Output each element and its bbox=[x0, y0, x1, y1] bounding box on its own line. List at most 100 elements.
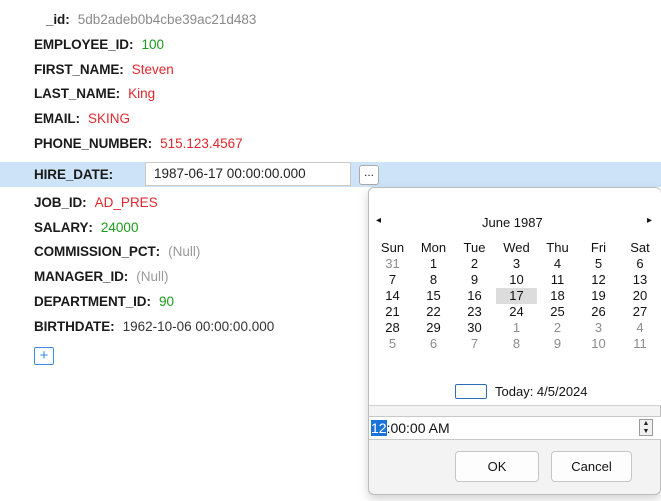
calendar-day[interactable]: 23 bbox=[454, 304, 495, 320]
field-value[interactable]: 515.123.4567 bbox=[160, 136, 243, 151]
field-key: HIRE_DATE bbox=[34, 167, 109, 182]
calendar-day[interactable]: 6 bbox=[620, 256, 660, 272]
field-key: MANAGER_ID bbox=[34, 268, 124, 284]
calendar-week: 28 29 30 1 2 3 4 bbox=[369, 320, 661, 336]
field-row[interactable]: _id:5db2adeb0b4cbe39ac21d483 bbox=[0, 7, 661, 31]
next-month-icon[interactable]: ▸ bbox=[647, 215, 652, 226]
calendar-week: 14 15 16 17 18 19 20 bbox=[369, 288, 661, 304]
calendar-day[interactable]: 3 bbox=[496, 256, 537, 272]
date-picker-popup: ◂ June 1987 ▸ Sun Mon Tue Wed Thu Fri Sat 31 1 2 3… bbox=[368, 187, 661, 495]
calendar-day[interactable]: 29 bbox=[413, 320, 454, 336]
calendar-day[interactable]: 30 bbox=[454, 320, 495, 336]
calendar-day[interactable]: 13 bbox=[620, 272, 660, 288]
calendar-day[interactable]: 4 bbox=[620, 320, 660, 336]
field-colon: : bbox=[128, 36, 134, 52]
field-row[interactable]: LAST_NAME: King bbox=[0, 81, 661, 105]
field-colon: : bbox=[146, 293, 151, 309]
calendar-day[interactable]: 5 bbox=[578, 256, 619, 272]
calendar-day[interactable]: 12 bbox=[578, 272, 619, 288]
cancel-button[interactable]: Cancel bbox=[551, 451, 632, 482]
calendar-day[interactable]: 10 bbox=[496, 272, 537, 288]
calendar-day[interactable]: 8 bbox=[413, 272, 454, 288]
field-key: COMMISSION_PCT bbox=[34, 243, 156, 259]
hire-date-input[interactable]: 1987-06-17 00:00:00.000 bbox=[145, 162, 351, 186]
weekday-label: Tue bbox=[463, 240, 486, 255]
field-value[interactable]: 1962-10-06 00:00:00.000 bbox=[123, 319, 275, 334]
field-value[interactable]: 100 bbox=[141, 37, 164, 52]
calendar-day[interactable]: 27 bbox=[620, 304, 660, 320]
calendar-day[interactable]: 11 bbox=[537, 272, 578, 288]
field-key: PHONE_NUMBER bbox=[34, 135, 148, 151]
weekday-label: Mon bbox=[420, 240, 447, 255]
calendar-day[interactable]: 1 bbox=[413, 256, 454, 272]
calendar-day[interactable]: 9 bbox=[537, 336, 578, 352]
prev-month-icon[interactable]: ◂ bbox=[376, 215, 381, 226]
field-value[interactable]: (Null) bbox=[136, 269, 168, 284]
month-title[interactable]: June 1987 bbox=[482, 215, 543, 230]
calendar-day[interactable]: 16 bbox=[454, 288, 495, 304]
calendar-day[interactable]: 21 bbox=[372, 304, 413, 320]
time-hour-selected[interactable]: 12 bbox=[371, 420, 387, 436]
calendar-day[interactable]: 14 bbox=[372, 288, 413, 304]
calendar-day[interactable]: 9 bbox=[454, 272, 495, 288]
calendar-day[interactable]: 18 bbox=[537, 288, 578, 304]
calendar-day[interactable]: 2 bbox=[454, 256, 495, 272]
time-spinner[interactable]: ▲ ▼ bbox=[639, 419, 653, 436]
calendar-day[interactable]: 11 bbox=[620, 336, 660, 352]
calendar-week: 5 6 7 8 9 10 11 bbox=[369, 336, 661, 352]
calendar-day[interactable]: 5 bbox=[372, 336, 413, 352]
ok-button[interactable]: OK bbox=[455, 451, 539, 482]
date-picker-button[interactable]: ... bbox=[359, 165, 379, 185]
field-colon: : bbox=[82, 194, 87, 210]
time-input[interactable]: 12:00:00 AM ▲ ▼ bbox=[369, 416, 661, 440]
field-colon: : bbox=[88, 219, 93, 235]
field-row[interactable]: PHONE_NUMBER:515.123.4567 bbox=[0, 131, 661, 155]
calendar-day[interactable]: 3 bbox=[578, 320, 619, 336]
field-colon: : bbox=[115, 85, 121, 101]
field-value[interactable]: 24000 bbox=[101, 220, 139, 235]
calendar-day[interactable]: 15 bbox=[413, 288, 454, 304]
today-marker bbox=[455, 384, 487, 399]
field-value[interactable]: (Null) bbox=[168, 244, 200, 259]
field-value[interactable]: 5db2adeb0b4cbe39ac21d483 bbox=[78, 12, 257, 27]
calendar-day[interactable]: 20 bbox=[620, 288, 660, 304]
field-value[interactable]: King bbox=[128, 86, 155, 101]
calendar-day[interactable]: 28 bbox=[372, 320, 413, 336]
field-key: BIRTHDATE bbox=[34, 318, 111, 334]
time-value[interactable]: 12:00:00 AM bbox=[371, 420, 450, 436]
field-row[interactable]: EMAIL: SKING bbox=[0, 106, 661, 130]
calendar-day[interactable]: 2 bbox=[537, 320, 578, 336]
calendar-day[interactable]: 10 bbox=[578, 336, 619, 352]
field-colon: : bbox=[110, 318, 115, 334]
field-value[interactable]: AD_PRES bbox=[95, 195, 158, 210]
calendar-week: 7 8 9 10 11 12 13 bbox=[369, 272, 661, 288]
field-key: _id bbox=[46, 11, 66, 27]
spin-up-icon[interactable]: ▲ bbox=[640, 420, 652, 428]
calendar-day[interactable]: 19 bbox=[578, 288, 619, 304]
calendar-day[interactable]: 8 bbox=[496, 336, 537, 352]
field-value[interactable]: SKING bbox=[88, 111, 130, 126]
calendar-day[interactable]: 1 bbox=[496, 320, 537, 336]
calendar-day[interactable]: 6 bbox=[413, 336, 454, 352]
field-row[interactable]: FIRST_NAME: Steven bbox=[0, 57, 661, 81]
calendar-day[interactable]: 7 bbox=[454, 336, 495, 352]
calendar-day[interactable]: 25 bbox=[537, 304, 578, 320]
today-bar[interactable]: Today: 4/5/2024 bbox=[369, 383, 661, 403]
calendar-day[interactable]: 24 bbox=[496, 304, 537, 320]
add-field-button[interactable]: + bbox=[34, 347, 54, 365]
weekday-header: Sun Mon Tue Wed Thu Fri Sat bbox=[369, 240, 661, 256]
today-label[interactable]: Today: 4/5/2024 bbox=[495, 384, 588, 399]
field-colon: : bbox=[75, 110, 81, 126]
calendar-day[interactable]: 22 bbox=[413, 304, 454, 320]
calendar-day[interactable]: 31 bbox=[372, 256, 413, 272]
calendar-day[interactable]: 7 bbox=[372, 272, 413, 288]
field-key: EMPLOYEE_ID bbox=[34, 36, 129, 52]
field-value[interactable]: 90 bbox=[159, 294, 174, 309]
calendar-header: ◂ June 1987 ▸ bbox=[369, 215, 661, 233]
spin-down-icon[interactable]: ▼ bbox=[640, 428, 652, 436]
calendar-day-selected[interactable]: 17 bbox=[496, 288, 537, 304]
calendar-day[interactable]: 26 bbox=[578, 304, 619, 320]
field-row[interactable]: EMPLOYEE_ID:100 bbox=[0, 32, 661, 56]
calendar-day[interactable]: 4 bbox=[537, 256, 578, 272]
field-value[interactable]: Steven bbox=[132, 62, 174, 77]
